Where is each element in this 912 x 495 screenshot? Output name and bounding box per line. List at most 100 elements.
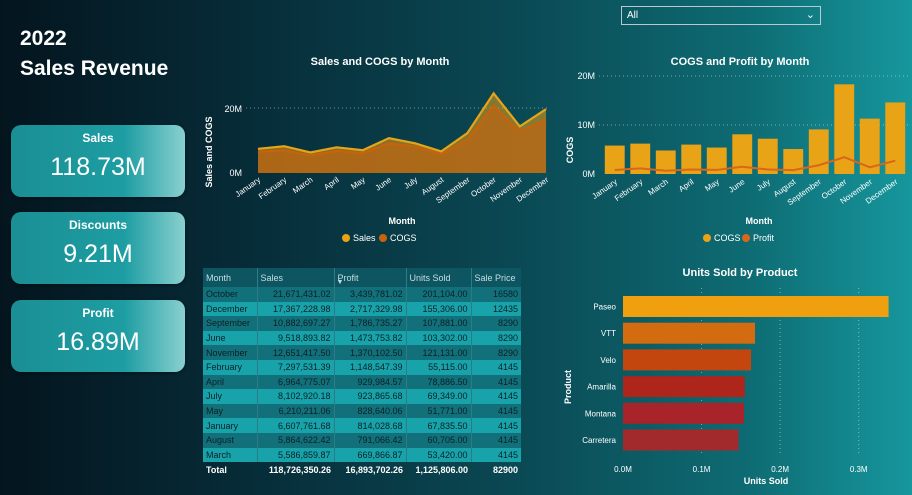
y-tick-label: 20M [224, 104, 242, 114]
table-cell: June [203, 330, 258, 346]
table-cell: 669,866.87 [334, 447, 407, 463]
table-cell: 1,786,735.27 [334, 316, 407, 331]
table-cell: 1,148,547.39 [334, 359, 407, 375]
table-cell: 51,771.00 [406, 403, 472, 419]
y-tick-label: VTT [601, 329, 616, 338]
filter-value: All [627, 10, 639, 21]
bar-velo[interactable] [623, 349, 752, 371]
y-tick-label: Velo [600, 356, 616, 365]
table-cell: 2,717,329.98 [334, 301, 407, 317]
y-tick-label: 0M [229, 168, 242, 178]
bar-amarilla[interactable] [623, 376, 745, 398]
table-cell: 201,104.00 [406, 287, 472, 302]
y-tick-label: 0M [582, 169, 595, 179]
legend-marker-cogs [703, 234, 711, 242]
x-tick-label: 0.2M [771, 465, 789, 474]
kpi-card-discounts: Discounts 9.21M [11, 212, 185, 284]
bar-montana[interactable] [623, 402, 744, 424]
table-row[interactable]: February 7,297,531.39 1,148,547.39 55,115.0… [203, 359, 521, 375]
column-header-units-sold[interactable]: Units Sold [406, 268, 472, 287]
table-row[interactable]: August 5,864,622.42 791,066.42 60,705.00 414… [203, 432, 521, 448]
y-axis-label: Sales and COGS [204, 116, 214, 187]
legend-marker-profit [742, 234, 750, 242]
table-cell: 4145 [471, 447, 521, 463]
report-title: 2022 Sales Revenue [20, 24, 168, 84]
table-cell: 155,306.00 [406, 301, 472, 317]
table-row[interactable]: January 6,607,761.68 814,028.68 67,835.50 41… [203, 418, 521, 433]
table-cell: 1,370,102.50 [334, 345, 407, 360]
table-cell: February [203, 359, 258, 375]
kpi-value: 16.89M [56, 328, 140, 356]
table-total-cell: 1,125,806.00 [415, 465, 468, 476]
bar-paseo[interactable] [623, 296, 889, 317]
table-cell: December [203, 301, 258, 317]
x-tick-label: 0.3M [850, 465, 868, 474]
table-total-cell: 118,726,350.26 [268, 465, 331, 476]
column-header-sale-price[interactable]: Sale Price [471, 268, 521, 287]
table-total-row: Total 118,726,350.26 16,893,702.26 1,125,80… [203, 462, 521, 478]
table-row[interactable]: October 21,671,431.02 3,439,781.02 201,104.… [203, 287, 521, 302]
filter-dropdown[interactable]: All ⌄ [621, 6, 821, 25]
table-cell: 4145 [471, 418, 521, 433]
table-cell: 78,886.50 [406, 374, 472, 390]
kpi-card-profit: Profit 16.89M [11, 300, 185, 372]
x-tick-label: April [322, 175, 340, 192]
legend-label-cogs[interactable]: COGS [390, 233, 417, 243]
legend-label-cogs[interactable]: COGS [714, 233, 741, 243]
table-cell: 67,835.50 [406, 418, 472, 433]
chart-title: Units Sold by Product [683, 267, 798, 279]
table-cell: September [203, 316, 258, 331]
table-cell: 5,864,622.42 [257, 432, 335, 448]
kpi-label: Discounts [68, 218, 127, 232]
table-row[interactable]: March 5,586,859.87 669,866.87 53,420.00 4145 [203, 447, 521, 463]
table-cell: 3,439,781.02 [334, 287, 407, 302]
table-cell: 4145 [471, 359, 521, 375]
table-cell: 10,882,697.27 [257, 316, 335, 331]
column-header-profit[interactable]: Profit ▼ [334, 268, 407, 287]
x-tick-label: July [755, 177, 772, 193]
table-cell: 828,640.06 [334, 403, 407, 419]
report-year: 2022 [20, 27, 67, 50]
table-cell: 121,131.00 [406, 345, 472, 360]
x-tick-label: 0.1M [693, 465, 711, 474]
y-tick-label: Montana [585, 409, 617, 418]
table-cell: 12,651,417.50 [257, 345, 335, 360]
column-header-month[interactable]: Month [203, 268, 258, 287]
table-row[interactable]: May 6,210,211.06 828,640.06 51,771.00 4145 [203, 403, 521, 419]
table-cell: 4145 [471, 432, 521, 448]
table-cell: 1,473,753.82 [334, 330, 407, 346]
table-row[interactable]: April 6,964,775.07 929,984.57 78,886.50 4145 [203, 374, 521, 390]
chevron-down-icon: ⌄ [805, 9, 815, 21]
table-cell: 60,705.00 [406, 432, 472, 448]
table-cell: 7,297,531.39 [257, 359, 335, 375]
x-tick-label: July [402, 175, 419, 191]
table-cell: 6,210,211.06 [257, 403, 335, 419]
legend-marker-sales [342, 234, 350, 242]
table-cell: 6,607,761.68 [257, 418, 335, 433]
x-axis-label: Units Sold [744, 476, 789, 486]
kpi-card-sales: Sales 118.73M [11, 125, 185, 197]
bar-vtt[interactable] [623, 322, 755, 344]
sales-table: Month Sales Profit ▼ Units Sold Sale Pric… [203, 268, 521, 478]
legend-label-profit[interactable]: Profit [753, 233, 775, 243]
table-row[interactable]: June 9,518,893.82 1,473,753.82 103,302.00 82… [203, 330, 521, 346]
table-cell: 923,865.68 [334, 389, 407, 404]
column-header-sales[interactable]: Sales [257, 268, 335, 287]
table-cell: 4145 [471, 389, 521, 404]
table-cell: 8290 [471, 330, 521, 346]
table-cell: 791,066.42 [334, 432, 407, 448]
table-row[interactable]: July 8,102,920.18 923,865.68 69,349.00 4145 [203, 389, 521, 404]
legend-label-sales[interactable]: Sales [353, 233, 376, 243]
chart-title: Sales and COGS by Month [311, 56, 450, 68]
table-cell: 103,302.00 [406, 330, 472, 346]
table-row[interactable]: September 10,882,697.27 1,786,735.27 107,88… [203, 316, 521, 331]
table-row[interactable]: December 17,367,228.98 2,717,329.98 155,306… [203, 301, 521, 317]
bar-carretera[interactable] [623, 429, 739, 451]
y-tick-label: Carretera [582, 436, 616, 445]
table-total-cell: Total [206, 465, 227, 476]
table-cell: April [203, 374, 258, 390]
table-total-cell: 16,893,702.26 [345, 465, 403, 476]
table-row[interactable]: November 12,651,417.50 1,370,102.50 121,131… [203, 345, 521, 360]
x-tick-label: June [727, 177, 747, 195]
y-tick-label: 10M [577, 120, 595, 130]
